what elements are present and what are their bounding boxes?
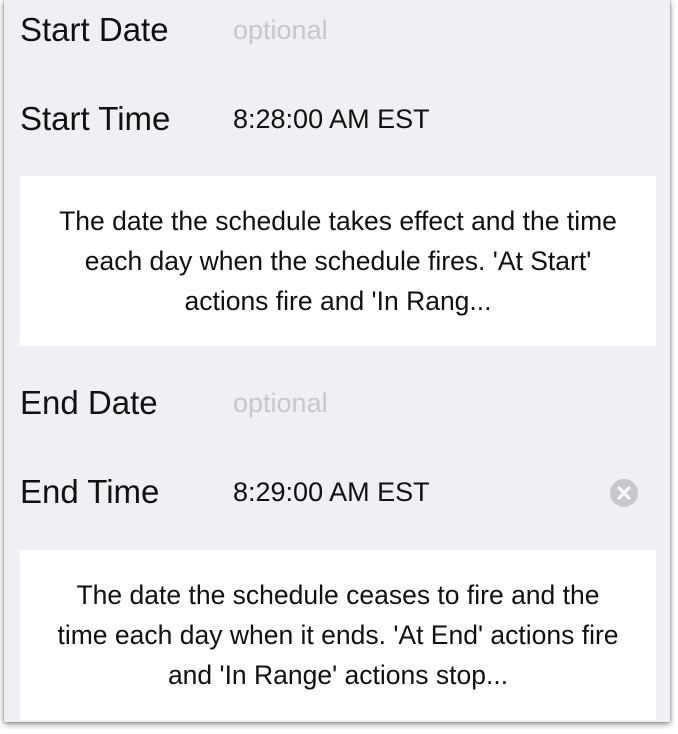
schedule-settings-panel: Start Date optional Start Time 8:28:00 A… — [4, 0, 670, 722]
end-description-text: The date the schedule ceases to fire and… — [57, 580, 619, 690]
end-date-field[interactable]: optional — [233, 373, 328, 433]
start-time-field[interactable]: 8:28:00 AM EST — [233, 89, 430, 149]
end-time-field[interactable]: 8:29:00 AM EST — [233, 462, 430, 522]
clear-end-time-button[interactable] — [610, 479, 638, 507]
start-time-row[interactable]: Start Time 8:28:00 AM EST — [4, 89, 670, 149]
start-description-box: The date the schedule takes effect and t… — [20, 176, 656, 346]
end-time-row[interactable]: End Time 8:29:00 AM EST — [4, 462, 670, 522]
start-date-label: Start Date — [20, 11, 169, 48]
end-time-label: End Time — [20, 473, 160, 510]
clear-circle-icon — [610, 479, 638, 507]
start-date-row[interactable]: Start Date optional — [4, 0, 670, 60]
start-time-label: Start Time — [20, 100, 171, 137]
end-date-label: End Date — [20, 384, 158, 421]
end-description-box: The date the schedule ceases to fire and… — [20, 550, 656, 720]
end-date-row[interactable]: End Date optional — [4, 373, 670, 433]
start-date-field[interactable]: optional — [233, 0, 328, 60]
start-description-text: The date the schedule takes effect and t… — [59, 206, 617, 316]
